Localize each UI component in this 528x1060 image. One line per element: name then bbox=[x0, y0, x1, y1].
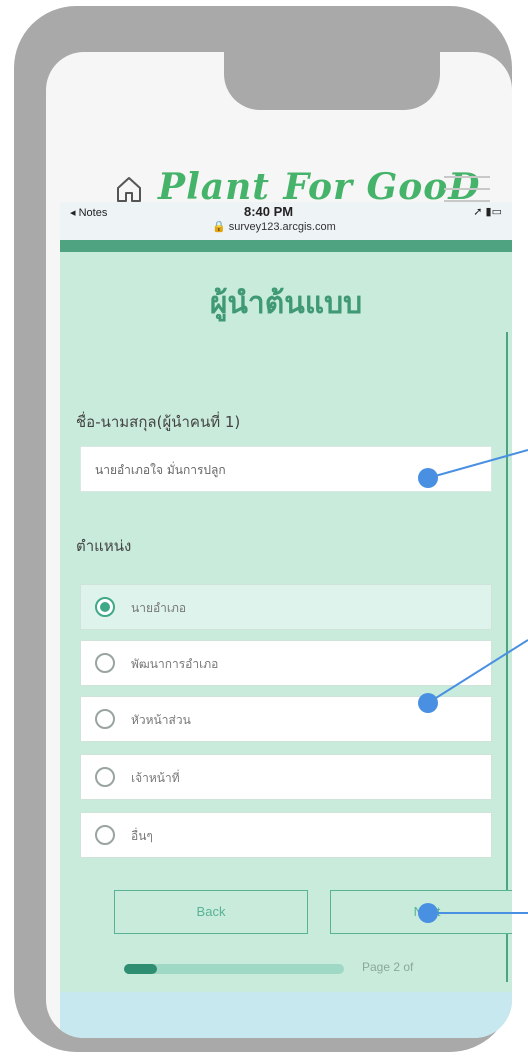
progress-fill bbox=[124, 964, 157, 974]
ios-status-bar: ◂ Notes 8:40 PM 🔒 survey123.arcgis.com ➚… bbox=[60, 202, 512, 240]
radio-icon[interactable] bbox=[95, 709, 115, 729]
hamburger-menu-icon[interactable] bbox=[444, 174, 490, 204]
next-button[interactable]: Next bbox=[330, 890, 512, 934]
position-field-label: ตำแหน่ง bbox=[76, 537, 132, 555]
position-option-development[interactable]: พัฒนาการอำเภอ bbox=[80, 640, 492, 686]
radio-icon[interactable] bbox=[95, 767, 115, 787]
phone-screen: Plant For GooD ◂ Notes 8:40 PM 🔒 survey1… bbox=[46, 52, 512, 1038]
radio-icon[interactable] bbox=[95, 825, 115, 845]
survey-header-band bbox=[60, 240, 512, 252]
back-to-notes[interactable]: ◂ Notes bbox=[70, 206, 107, 219]
browser-url[interactable]: 🔒 survey123.arcgis.com bbox=[212, 220, 336, 233]
survey-screenshot: ◂ Notes 8:40 PM 🔒 survey123.arcgis.com ➚… bbox=[60, 202, 512, 1038]
page-indicator: Page 2 of bbox=[362, 960, 414, 974]
option-label: นายอำเภอ bbox=[131, 601, 187, 615]
phone-frame: Plant For GooD ◂ Notes 8:40 PM 🔒 survey1… bbox=[14, 6, 512, 1052]
progress-bar bbox=[124, 964, 344, 974]
position-option-other[interactable]: อื่นๆ bbox=[80, 812, 492, 858]
option-label: พัฒนาการอำเภอ bbox=[131, 657, 219, 671]
phone-notch bbox=[224, 52, 440, 110]
status-time: 8:40 PM bbox=[244, 204, 294, 219]
position-option-officer[interactable]: เจ้าหน้าที่ bbox=[80, 754, 492, 800]
option-label: หัวหน้าส่วน bbox=[131, 713, 191, 727]
battery-icon: ➚ ▮▭ bbox=[473, 206, 502, 218]
form-scrollbar[interactable] bbox=[506, 332, 508, 982]
position-option-section-head[interactable]: หัวหน้าส่วน bbox=[80, 696, 492, 742]
back-button[interactable]: Back bbox=[114, 890, 308, 934]
name-field-label: ชื่อ-นามสกุล(ผู้นำคนที่ 1) bbox=[76, 413, 241, 431]
option-label: เจ้าหน้าที่ bbox=[131, 771, 180, 785]
radio-icon[interactable] bbox=[95, 653, 115, 673]
name-input[interactable]: นายอำเภอใจ มั่นการปลูก bbox=[80, 446, 492, 492]
option-label: อื่นๆ bbox=[131, 829, 153, 843]
survey-footer bbox=[60, 992, 512, 1038]
form-title: ผู้นำต้นแบบ bbox=[209, 286, 363, 321]
position-option-district-chief[interactable]: นายอำเภอ bbox=[80, 584, 492, 630]
radio-selected-icon[interactable] bbox=[95, 597, 115, 617]
home-icon[interactable] bbox=[114, 174, 144, 204]
